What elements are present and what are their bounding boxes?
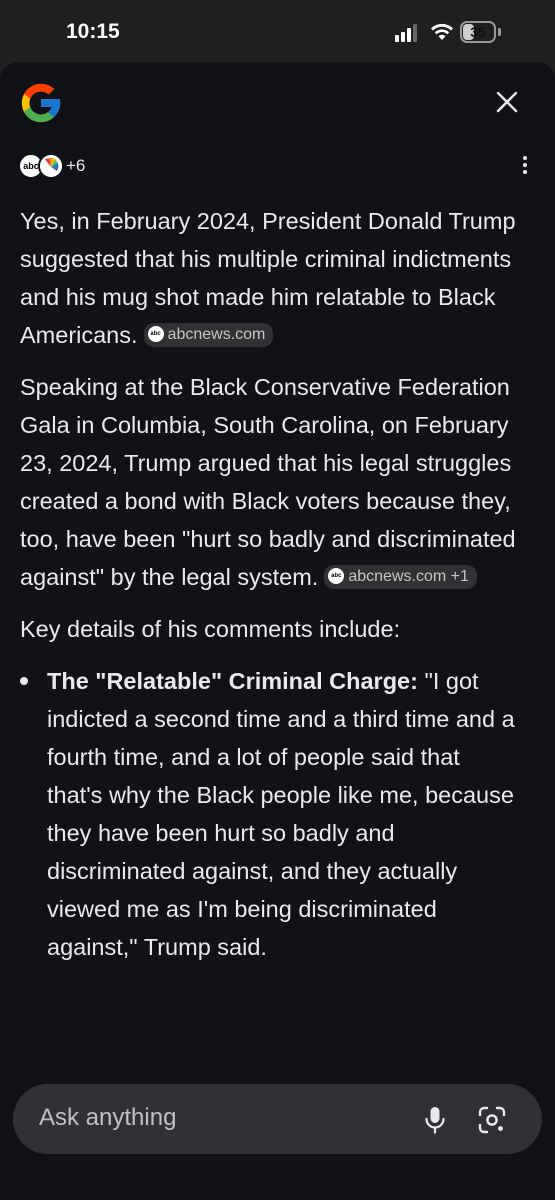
status-bar: 10:15 35: [0, 0, 555, 62]
paragraph-2-text: Speaking at the Black Conservative Feder…: [20, 374, 516, 590]
ask-input[interactable]: Ask anything: [13, 1084, 542, 1154]
battery-icon: 35: [460, 21, 496, 43]
source-chip-1[interactable]: abc abcnews.com: [143, 322, 274, 347]
list-item: The "Relatable" Criminal Charge: "I got …: [20, 662, 520, 966]
more-vert-icon[interactable]: [522, 156, 528, 176]
close-icon[interactable]: [495, 90, 519, 114]
ask-input-placeholder: Ask anything: [39, 1104, 177, 1131]
answer-paragraph-2: Speaking at the Black Conservative Feder…: [20, 368, 520, 596]
abc-chip-logo: abc: [328, 567, 345, 584]
source-chip-1-label: abcnews.com: [167, 325, 266, 343]
battery-level: 35: [470, 24, 486, 40]
answer-paragraph-1: Yes, in February 2024, President Donald …: [20, 202, 520, 354]
answer-paragraph-3: Key details of his comments include:: [20, 616, 401, 642]
status-time: 10:15: [66, 20, 120, 43]
wifi-icon: [431, 23, 453, 40]
google-g-logo: [21, 83, 61, 123]
abc-chip-logo: abc: [147, 325, 164, 342]
ai-answer-sheet: abc +6 Yes, in February 2024, President …: [0, 62, 555, 1200]
sources-row[interactable]: abc +6: [18, 150, 538, 182]
nbc-logo: [38, 153, 64, 179]
source-chip-2-label: abcnews.com +1: [348, 567, 469, 585]
bullet-text: "I got indicted a second time and a thir…: [47, 668, 515, 960]
signal-icon: [395, 24, 421, 42]
battery-cap: [498, 28, 501, 36]
sources-more-count: +6: [66, 156, 86, 175]
google-lens-icon[interactable]: [478, 1106, 506, 1134]
answer-content: Yes, in February 2024, President Donald …: [20, 202, 520, 980]
bullet-dot: [20, 677, 28, 685]
bullet-title: The "Relatable" Criminal Charge:: [47, 668, 418, 694]
source-chip-2[interactable]: abc abcnews.com +1: [324, 564, 477, 589]
mic-icon[interactable]: [424, 1106, 446, 1134]
